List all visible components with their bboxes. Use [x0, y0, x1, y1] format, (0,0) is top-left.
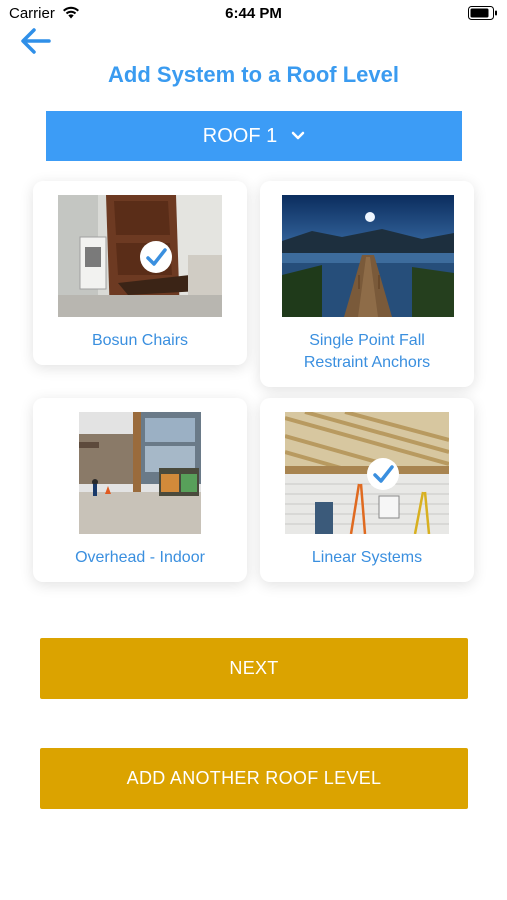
single-point-anchors-image — [282, 195, 454, 317]
next-button[interactable]: NEXT — [40, 638, 468, 699]
back-arrow-icon[interactable] — [18, 25, 54, 57]
battery-icon — [468, 6, 497, 20]
roof-level-value: ROOF 1 — [202, 124, 278, 147]
roof-level-dropdown[interactable]: ROOF 1 — [46, 111, 462, 161]
system-label: Overhead - Indoor — [75, 549, 205, 566]
page-title: Add System to a Roof Level — [108, 62, 399, 87]
overhead-indoor-image — [79, 412, 201, 534]
system-card-linear-systems[interactable]: Linear Systems — [260, 398, 474, 582]
status-time: 6:44 PM — [225, 5, 282, 22]
system-card-overhead-indoor[interactable]: Overhead - Indoor — [33, 398, 247, 582]
system-card-single-point-anchors[interactable]: Single Point Fall Restraint Anchors — [260, 181, 474, 387]
selected-check-icon — [367, 458, 399, 490]
status-bar: Carrier 6:44 PM — [0, 0, 507, 28]
system-label: Single Point Fall Restraint Anchors — [303, 332, 431, 371]
selected-check-icon — [140, 241, 172, 273]
add-another-roof-level-button[interactable]: ADD ANOTHER ROOF LEVEL — [40, 748, 468, 809]
system-label: Bosun Chairs — [91, 332, 189, 349]
system-label: Linear Systems — [311, 549, 423, 566]
chevron-down-icon — [291, 131, 305, 140]
system-card-bosun-chairs[interactable]: Bosun Chairs — [33, 181, 247, 365]
